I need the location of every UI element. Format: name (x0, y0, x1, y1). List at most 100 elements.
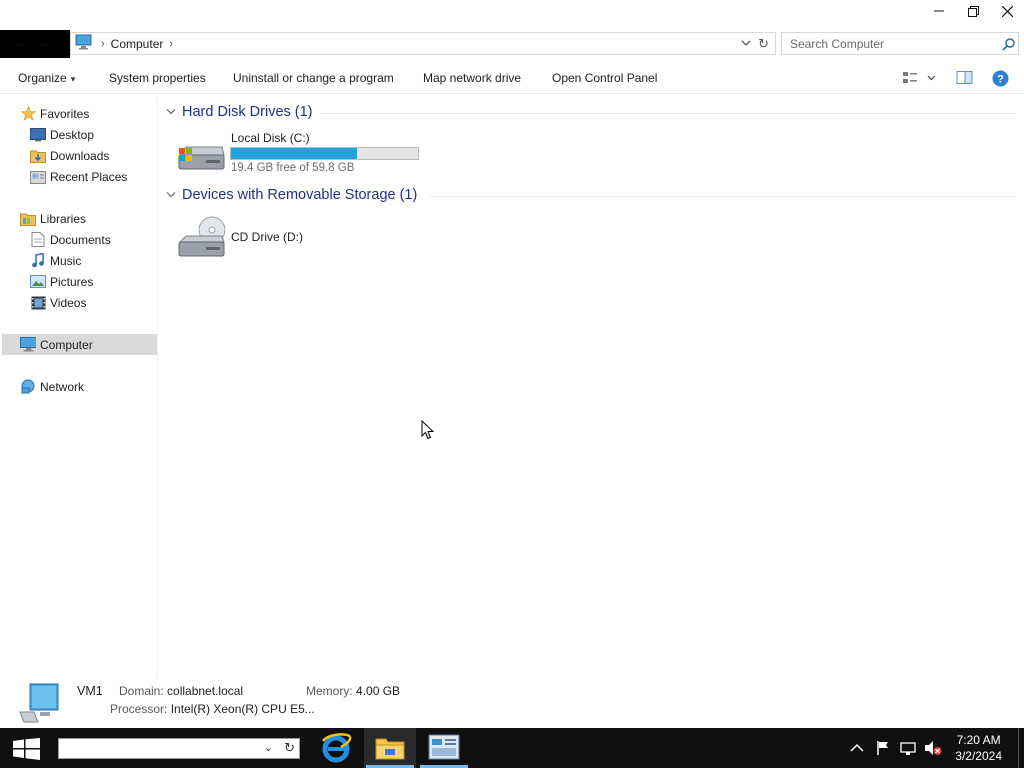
breadcrumb-chevron-icon[interactable]: › (169, 38, 173, 50)
file-explorer-icon[interactable] (364, 728, 416, 768)
group-hard-disk-drives[interactable]: Hard Disk Drives (1) (166, 104, 313, 120)
group-divider (430, 196, 1016, 197)
back-forward-buttons[interactable]: ← → (0, 30, 70, 58)
breadcrumb-computer[interactable]: Computer (111, 37, 164, 51)
processor-info: Processor: Intel(R) Xeon(R) CPU E5... (110, 702, 315, 716)
system-clock[interactable]: 7:20 AM 3/2/2024 (955, 732, 1002, 764)
nav-downloads[interactable]: Downloads (30, 145, 109, 166)
network-icon[interactable] (900, 728, 916, 768)
nav-network-label: Network (40, 379, 85, 394)
chevron-down-icon[interactable]: ⌄ (264, 741, 273, 754)
minimize-icon[interactable] (922, 0, 956, 22)
explorer-window: ← → › Computer › ↻ Search Computer Organ… (0, 0, 1024, 728)
search-input[interactable]: Search Computer (790, 37, 884, 51)
nav-network[interactable]: Network (20, 376, 84, 397)
cd-drive-icon[interactable] (176, 216, 226, 265)
nav-desktop-label: Desktop (50, 127, 95, 142)
address-bar[interactable]: › Computer › ↻ (70, 32, 776, 55)
disk-free-space: 19.4 GB free of 59.8 GB (231, 162, 355, 174)
processor-label: Processor: (110, 702, 168, 716)
nav-documents-label: Documents (50, 232, 111, 247)
details-pane: VM1 Domain: collabnet.local Memory: 4.00… (0, 678, 1024, 728)
search-box[interactable]: Search Computer (781, 32, 1019, 55)
computer-name: VM1 (77, 684, 103, 698)
nav-recent-places-label: Recent Places (50, 169, 128, 184)
help-icon[interactable]: ? (992, 70, 1009, 90)
nav-pictures[interactable]: Pictures (30, 271, 93, 292)
back-arrow-icon[interactable]: ← (14, 36, 26, 50)
organize-button[interactable]: Organize ▾ (18, 71, 75, 85)
memory-info: Memory: 4.00 GB (306, 684, 400, 698)
mouse-cursor-icon (421, 419, 435, 443)
nav-desktop[interactable]: Desktop (30, 124, 94, 145)
group-divider (320, 113, 1016, 114)
music-icon (30, 253, 46, 269)
address-dropdown-icon[interactable] (741, 37, 751, 51)
view-options-icon[interactable] (902, 70, 936, 89)
nav-music[interactable]: Music (30, 250, 81, 271)
downloads-folder-icon (30, 148, 46, 164)
nav-videos[interactable]: Videos (30, 292, 86, 313)
close-icon[interactable] (990, 0, 1024, 22)
documents-icon (30, 232, 46, 248)
cd-drive-name[interactable]: CD Drive (D:) (231, 230, 303, 244)
nav-favorites[interactable]: Favorites (20, 103, 89, 124)
server-manager-icon[interactable] (418, 728, 470, 768)
group-removable-storage[interactable]: Devices with Removable Storage (1) (166, 187, 417, 203)
disk-usage-bar (230, 147, 419, 160)
restore-icon[interactable] (956, 0, 990, 22)
nav-videos-label: Videos (50, 295, 87, 310)
search-icon[interactable] (1002, 37, 1016, 54)
libraries-icon (20, 211, 36, 227)
refresh-icon[interactable]: ↻ (284, 740, 295, 756)
show-hidden-icons-icon[interactable] (850, 728, 864, 768)
preview-pane-icon[interactable] (956, 70, 974, 89)
domain-label: Domain: (119, 684, 164, 698)
system-properties-button[interactable]: System properties (109, 71, 206, 85)
caption-buttons (922, 0, 1024, 22)
taskbar: ⌄ ↻ 7:20 AM 3/2/2024 (0, 728, 1024, 768)
forward-arrow-icon[interactable]: → (38, 36, 50, 50)
nav-computer[interactable]: Computer (2, 334, 157, 355)
start-windows-icon[interactable] (13, 738, 40, 763)
desktop-icon (30, 127, 46, 143)
chevron-down-icon: ▾ (70, 74, 76, 84)
computer-icon (18, 682, 62, 727)
action-center-flag-icon[interactable] (876, 728, 890, 768)
star-icon (20, 106, 36, 122)
memory-label: Memory: (306, 684, 353, 698)
volume-muted-icon[interactable] (924, 728, 942, 768)
internet-explorer-icon[interactable] (310, 728, 362, 768)
chevron-down-icon[interactable] (166, 104, 176, 120)
network-icon (20, 379, 36, 395)
map-network-drive-button[interactable]: Map network drive (423, 71, 521, 85)
nav-pictures-label: Pictures (50, 274, 94, 289)
processor-value: Intel(R) Xeon(R) CPU E5... (170, 702, 315, 716)
taskbar-search-input[interactable]: ⌄ ↻ (58, 738, 300, 759)
chevron-down-icon[interactable] (166, 187, 176, 203)
local-disk-name[interactable]: Local Disk (C:) (231, 131, 310, 145)
domain-value: collabnet.local (167, 684, 244, 698)
open-control-panel-button[interactable]: Open Control Panel (552, 71, 657, 85)
videos-icon (30, 295, 46, 311)
nav-favorites-label: Favorites (40, 106, 90, 121)
command-bar: Organize ▾ System properties Uninstall or… (0, 62, 1024, 94)
group-title: Hard Disk Drives (1) (182, 104, 313, 120)
nav-documents[interactable]: Documents (30, 229, 111, 250)
clock-date: 3/2/2024 (955, 749, 1002, 763)
domain-info: Domain: collabnet.local (119, 684, 243, 698)
organize-label: Organize (18, 71, 67, 85)
refresh-icon[interactable]: ↻ (758, 36, 769, 52)
group-title: Devices with Removable Storage (1) (182, 187, 418, 203)
nav-recent-places[interactable]: Recent Places (30, 166, 127, 187)
navigation-pane: Favorites Desktop Downloads Recent Place… (0, 98, 158, 678)
nav-libraries-label: Libraries (40, 211, 87, 226)
breadcrumb-separator-icon[interactable]: › (101, 38, 105, 50)
local-disk-icon[interactable] (176, 139, 226, 178)
show-desktop-button[interactable] (1018, 728, 1024, 768)
nav-computer-label: Computer (40, 337, 93, 352)
nav-libraries[interactable]: Libraries (20, 208, 86, 229)
uninstall-program-button[interactable]: Uninstall or change a program (233, 71, 394, 85)
disk-usage-fill (231, 148, 358, 159)
nav-downloads-label: Downloads (50, 148, 110, 163)
